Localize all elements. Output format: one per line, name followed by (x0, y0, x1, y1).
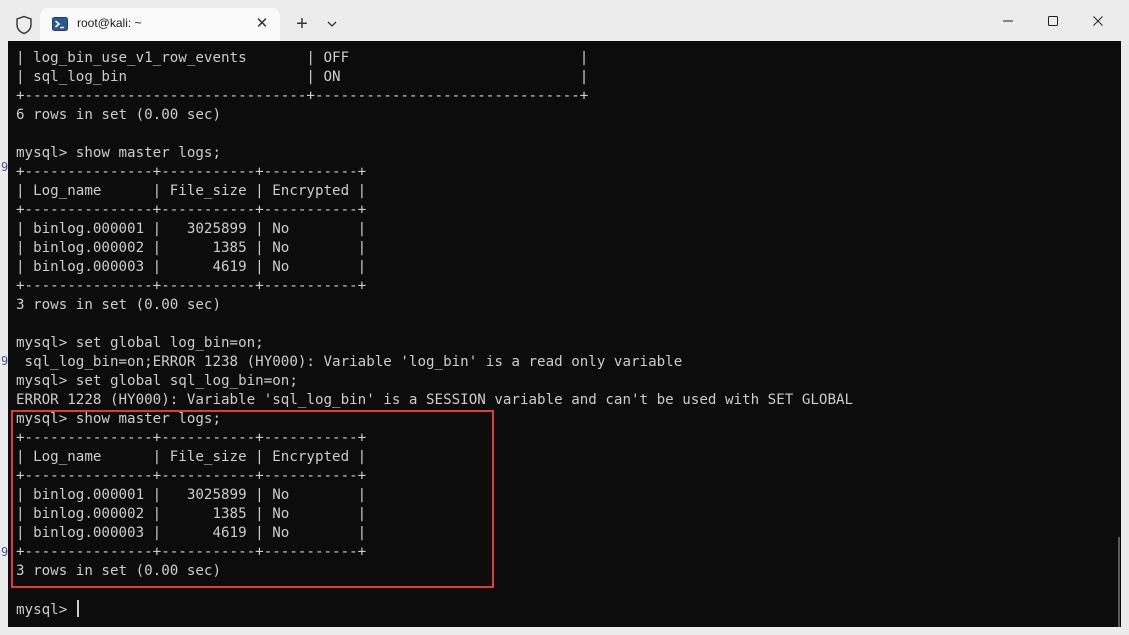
highlight-annotation-box (11, 410, 494, 588)
terminal-window: root@kali: ~ ✕ + | log_bin_use_v1_row_ev… (0, 0, 1129, 635)
terminal-line: 3 rows in set (0.00 sec) (16, 297, 221, 313)
terminal-line: | Log_name | File_size | Encrypted | (16, 183, 367, 199)
terminal-line: | log_bin_use_v1_row_events | OFF | (16, 50, 589, 66)
terminal-line: | binlog.000003 | 4619 | No | (16, 259, 367, 275)
terminal-line: +---------------+-----------+-----------… (16, 278, 367, 294)
powershell-terminal-icon (52, 17, 68, 31)
terminal-line: 6 rows in set (0.00 sec) (16, 107, 221, 123)
terminal-line: ERROR 1228 (HY000): Variable 'sql_log_bi… (16, 392, 854, 408)
tab-title: root@kali: ~ (77, 16, 142, 30)
terminal-line: | sql_log_bin | ON | (16, 69, 589, 85)
shield-icon (15, 15, 33, 35)
terminal-line: +---------------+-----------+-----------… (16, 164, 367, 180)
command-prompt[interactable]: mysql> (16, 600, 853, 619)
chevron-down-icon[interactable] (322, 14, 342, 34)
tab-root-kali[interactable]: root@kali: ~ ✕ (40, 8, 280, 41)
terminal-line: mysql> show master logs; (16, 145, 221, 161)
close-window-button[interactable] (1075, 8, 1121, 34)
terminal-line: +---------------------------------+-----… (16, 88, 589, 104)
minimize-button[interactable] (985, 8, 1031, 34)
terminal-scrollbar[interactable] (1118, 537, 1120, 627)
terminal-pane[interactable]: | log_bin_use_v1_row_events | OFF | | sql… (8, 41, 1121, 627)
terminal-line: | binlog.000002 | 1385 | No | (16, 240, 367, 256)
text-cursor (76, 600, 79, 617)
minimize-icon (1003, 20, 1013, 22)
terminal-line: | binlog.000001 | 3025899 | No | (16, 221, 367, 237)
maximize-button[interactable] (1030, 8, 1076, 34)
tab-close-button[interactable]: ✕ (252, 14, 272, 34)
edge-glyph: 9 (1, 545, 9, 559)
title-bar[interactable]: root@kali: ~ ✕ + (0, 0, 1129, 41)
maximize-icon (1048, 16, 1058, 26)
new-tab-button[interactable]: + (290, 12, 314, 36)
edge-glyph: 9 (1, 160, 9, 174)
edge-glyph: 9 (1, 354, 9, 368)
prompt-text: mysql> (16, 602, 76, 618)
terminal-line: sql_log_bin=on;ERROR 1238 (HY000): Varia… (16, 354, 683, 370)
close-icon (1093, 16, 1103, 26)
terminal-line: mysql> set global sql_log_bin=on; (16, 373, 298, 389)
terminal-line: +---------------+-----------+-----------… (16, 202, 367, 218)
terminal-line: mysql> set global log_bin=on; (16, 335, 264, 351)
